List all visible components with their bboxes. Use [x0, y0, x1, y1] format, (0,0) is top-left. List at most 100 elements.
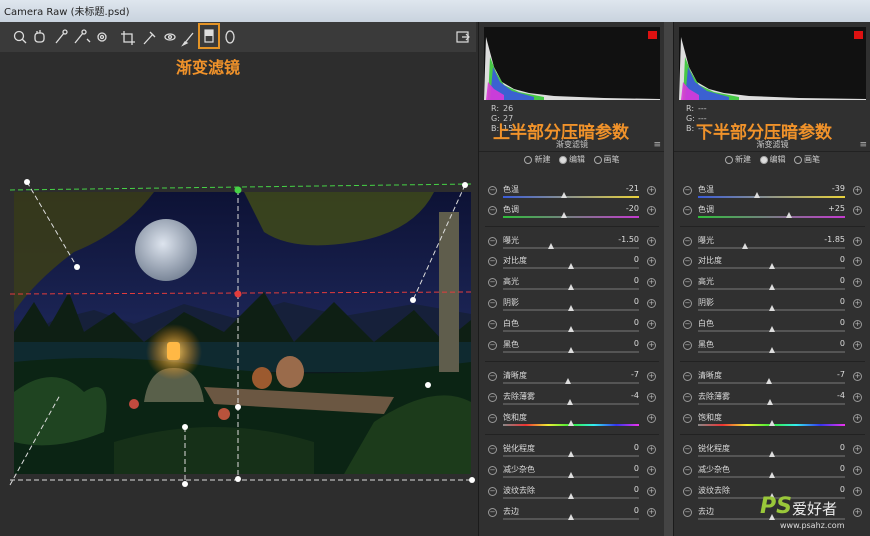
slider-track[interactable]	[503, 192, 639, 198]
slider-thumb[interactable]	[547, 243, 554, 249]
slider-value[interactable]: 0	[840, 297, 845, 306]
slider-thumb[interactable]	[786, 212, 793, 218]
increment-icon[interactable]: +	[647, 341, 656, 350]
slider-thumb[interactable]	[568, 514, 574, 520]
slider-track[interactable]	[698, 399, 845, 405]
increment-icon[interactable]: +	[647, 299, 656, 308]
slider-track[interactable]	[698, 192, 845, 198]
mode-edit[interactable]: 编辑	[759, 155, 786, 164]
mode-new[interactable]: 新建	[724, 155, 751, 164]
decrement-icon[interactable]: −	[488, 508, 497, 517]
increment-icon[interactable]: +	[647, 508, 656, 517]
slider-value[interactable]: +25	[828, 204, 845, 213]
decrement-icon[interactable]: −	[488, 393, 497, 402]
slider-value[interactable]: -4	[631, 391, 639, 400]
slider-thumb[interactable]	[568, 284, 574, 290]
slider-track[interactable]	[698, 243, 845, 249]
mode-edit[interactable]: 编辑	[559, 155, 585, 164]
slider-track[interactable]	[503, 493, 639, 499]
increment-icon[interactable]: +	[647, 372, 656, 381]
increment-icon[interactable]: +	[853, 257, 862, 266]
increment-icon[interactable]: +	[647, 445, 656, 454]
increment-icon[interactable]: +	[853, 341, 862, 350]
increment-icon[interactable]: +	[647, 257, 656, 266]
slider-thumb[interactable]	[561, 192, 568, 198]
slider-value[interactable]: -20	[626, 204, 639, 213]
slider-value[interactable]: -4	[837, 391, 845, 400]
slider-value[interactable]: 0	[634, 464, 639, 473]
slider-track[interactable]	[503, 243, 639, 249]
slider-track[interactable]	[698, 451, 845, 457]
slider-track[interactable]	[698, 284, 845, 290]
increment-icon[interactable]: +	[853, 466, 862, 475]
slider-value[interactable]: 0	[634, 255, 639, 264]
slider-track[interactable]	[698, 212, 845, 218]
spot-removal-tool-icon[interactable]	[143, 31, 156, 45]
graduated-filter-button[interactable]	[198, 23, 220, 49]
decrement-icon[interactable]: −	[488, 372, 497, 381]
slider-value[interactable]: 0	[840, 276, 845, 285]
decrement-icon[interactable]: −	[683, 278, 692, 287]
slider-thumb[interactable]	[768, 472, 775, 478]
slider-thumb[interactable]	[565, 378, 572, 384]
decrement-icon[interactable]: −	[488, 278, 497, 287]
slider-thumb[interactable]	[767, 399, 774, 405]
decrement-icon[interactable]: −	[683, 206, 692, 215]
slider-track[interactable]	[503, 399, 639, 405]
decrement-icon[interactable]: −	[683, 445, 692, 454]
slider-value[interactable]: 0	[840, 464, 845, 473]
decrement-icon[interactable]: −	[683, 299, 692, 308]
slider-value[interactable]: 0	[634, 485, 639, 494]
decrement-icon[interactable]: −	[683, 508, 692, 517]
decrement-icon[interactable]: −	[488, 237, 497, 246]
decrement-icon[interactable]: −	[683, 186, 692, 195]
highlight-clipping-warning[interactable]	[854, 31, 863, 39]
filter-end-pin[interactable]	[234, 290, 242, 298]
increment-icon[interactable]: +	[647, 237, 656, 246]
increment-icon[interactable]: +	[647, 186, 656, 195]
increment-icon[interactable]: +	[853, 414, 862, 423]
slider-track[interactable]	[698, 263, 845, 269]
slider-value[interactable]: -39	[832, 184, 845, 193]
slider-value[interactable]: 0	[634, 276, 639, 285]
slider-value[interactable]: -21	[626, 184, 639, 193]
slider-track[interactable]	[503, 514, 639, 520]
increment-icon[interactable]: +	[853, 372, 862, 381]
slider-track[interactable]	[698, 378, 845, 384]
slider-track[interactable]	[698, 420, 845, 426]
slider-track[interactable]	[503, 378, 639, 384]
increment-icon[interactable]: +	[853, 445, 862, 454]
slider-value[interactable]: 0	[634, 443, 639, 452]
decrement-icon[interactable]: −	[488, 487, 497, 496]
slider-track[interactable]	[503, 284, 639, 290]
slider-value[interactable]: 0	[840, 485, 845, 494]
decrement-icon[interactable]: −	[683, 320, 692, 329]
slider-thumb[interactable]	[765, 378, 772, 384]
slider-thumb[interactable]	[753, 192, 760, 198]
slider-track[interactable]	[698, 472, 845, 478]
mode-brush[interactable]: 画笔	[794, 155, 820, 164]
radial-filter-icon[interactable]	[224, 30, 238, 46]
increment-icon[interactable]: +	[647, 206, 656, 215]
filter-start-pin[interactable]	[234, 186, 242, 194]
slider-value[interactable]: -7	[837, 370, 845, 379]
mode-new[interactable]: 新建	[524, 155, 550, 164]
slider-track[interactable]	[698, 326, 845, 332]
decrement-icon[interactable]: −	[683, 257, 692, 266]
slider-thumb[interactable]	[568, 347, 574, 353]
increment-icon[interactable]: +	[647, 320, 656, 329]
slider-track[interactable]	[503, 212, 639, 218]
decrement-icon[interactable]: −	[488, 466, 497, 475]
graduated-filter-overlay[interactable]	[0, 175, 478, 495]
decrement-icon[interactable]: −	[683, 237, 692, 246]
slider-track[interactable]	[503, 263, 639, 269]
decrement-icon[interactable]: −	[683, 341, 692, 350]
slider-thumb[interactable]	[768, 420, 775, 426]
increment-icon[interactable]: +	[853, 237, 862, 246]
slider-thumb[interactable]	[568, 420, 574, 426]
increment-icon[interactable]: +	[853, 299, 862, 308]
slider-value[interactable]: -1.85	[824, 235, 845, 244]
slider-thumb[interactable]	[768, 347, 775, 353]
slider-track[interactable]	[698, 347, 845, 353]
filter-handles[interactable]	[24, 179, 475, 487]
